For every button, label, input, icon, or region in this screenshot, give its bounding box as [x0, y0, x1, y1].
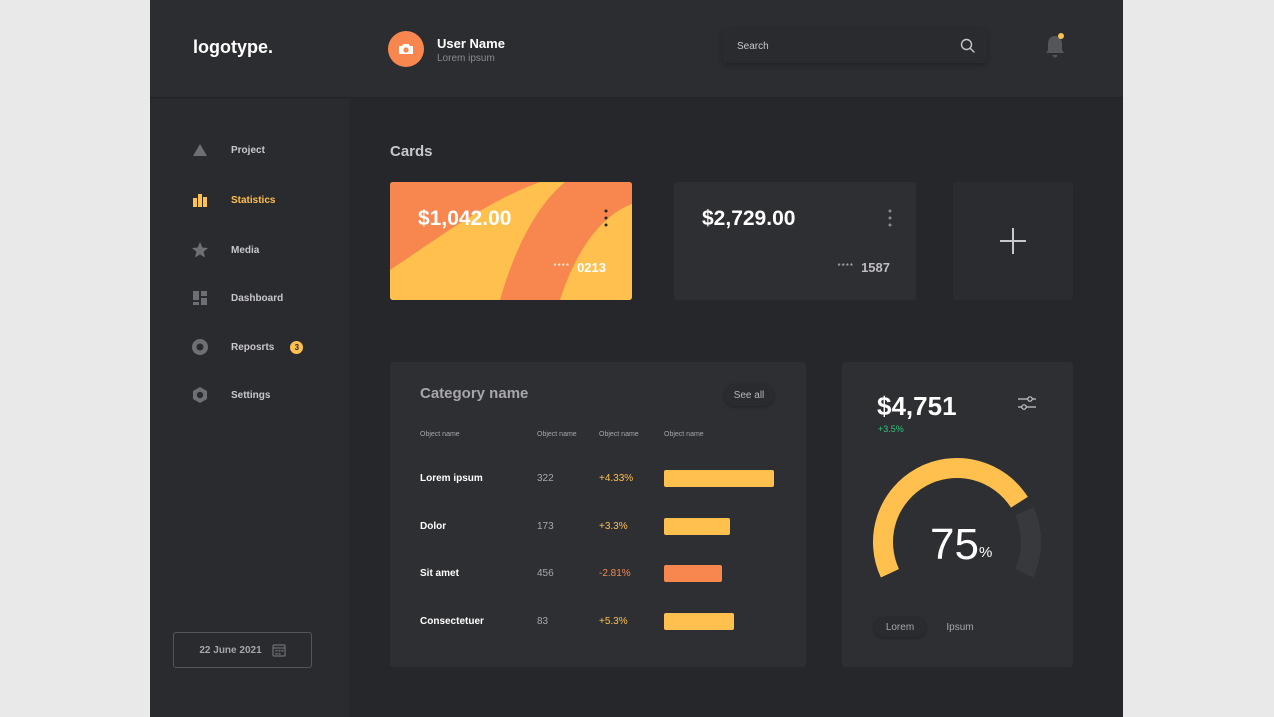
- user-name: User Name: [437, 36, 505, 51]
- search-input[interactable]: [737, 37, 937, 55]
- cards-title: Cards: [390, 143, 433, 160]
- card-2[interactable]: $2,729.00 **** 1587: [674, 182, 916, 300]
- stat-amount: $4,751: [877, 391, 957, 421]
- search-icon: [960, 38, 975, 53]
- row-name: Consectetuer: [420, 616, 484, 627]
- card-amount: $1,042.00: [418, 207, 512, 230]
- gauge-track: [1014, 507, 1041, 578]
- category-panel: Category name See all Object name Object…: [390, 362, 806, 667]
- row-name: Sit amet: [420, 568, 459, 579]
- gauge-value: 75: [930, 520, 979, 569]
- reports-icon: [188, 335, 212, 359]
- row-change: +5.3%: [599, 616, 628, 627]
- sidebar-item-dashboard[interactable]: Dashboard: [188, 286, 328, 310]
- user-subtitle: Lorem ipsum: [437, 53, 495, 64]
- card-wave-background: [390, 182, 632, 300]
- triangle-icon: [188, 138, 212, 162]
- column-header: Object name: [537, 431, 577, 438]
- row-value: 83: [537, 616, 549, 627]
- sidebar-item-label: Project: [231, 144, 265, 156]
- reports-badge: 3: [290, 340, 304, 354]
- filter-button[interactable]: [1016, 394, 1038, 412]
- header: logotype. User Name Lorem ipsum: [150, 0, 1123, 98]
- row-value: 173: [537, 521, 554, 532]
- sidebar-item-project[interactable]: Project: [188, 138, 328, 162]
- category-title: Category name: [420, 385, 529, 402]
- row-value: 456: [537, 568, 554, 579]
- card-number: 1587: [861, 260, 890, 275]
- row-bar: [664, 470, 774, 487]
- row-change: -2.81%: [599, 568, 631, 579]
- row-change: +3.3%: [599, 521, 628, 532]
- gauge-unit: %: [979, 544, 993, 561]
- more-vertical-icon: [604, 209, 608, 227]
- app-window: logotype. User Name Lorem ipsum Search P…: [150, 0, 1123, 717]
- sidebar-item-reports[interactable]: Reposrts 3: [188, 335, 328, 359]
- sidebar: Project Statistics Media Dashboard Repos…: [150, 99, 349, 717]
- stats-panel: $4,751 +3.5% 75 % Lorem Ipsum: [842, 362, 1073, 667]
- row-name: Lorem ipsum: [420, 473, 483, 484]
- bar-chart-icon: [188, 188, 212, 212]
- tab-lorem[interactable]: Lorem: [874, 617, 926, 637]
- card-number: 0213: [577, 260, 606, 275]
- card-number-mask: ****: [553, 262, 570, 271]
- date-label: 22 June 2021: [199, 644, 262, 656]
- sidebar-item-label: Statistics: [231, 194, 276, 206]
- sidebar-item-label: Media: [231, 244, 260, 256]
- row-bar: [664, 518, 730, 535]
- card-number-mask: ****: [837, 262, 854, 271]
- table-row: Dolor 173 +3.3%: [390, 518, 806, 538]
- row-bar: [664, 565, 722, 582]
- calendar-icon: [272, 644, 286, 657]
- dashboard-icon: [188, 286, 212, 310]
- card-1[interactable]: $1,042.00 **** 0213: [390, 182, 632, 300]
- see-all-button[interactable]: See all: [724, 384, 774, 406]
- table-row: Consectetuer 83 +5.3%: [390, 613, 806, 633]
- sidebar-item-media[interactable]: Media: [188, 238, 328, 262]
- sliders-icon: [1018, 396, 1036, 410]
- tab-ipsum[interactable]: Ipsum: [934, 617, 986, 637]
- search-box: [723, 29, 987, 63]
- row-value: 322: [537, 473, 554, 484]
- star-icon: [188, 238, 212, 262]
- notification-dot: [1058, 33, 1064, 39]
- logo: logotype.: [193, 37, 273, 57]
- column-header: Object name: [420, 431, 460, 438]
- column-header: Object name: [599, 431, 639, 438]
- camera-icon: [399, 44, 413, 54]
- sidebar-item-statistics[interactable]: Statistics: [188, 188, 328, 212]
- add-card-button[interactable]: [953, 182, 1073, 300]
- settings-icon: [188, 383, 212, 407]
- table-row: Lorem ipsum 322 +4.33%: [390, 470, 806, 490]
- column-header: Object name: [664, 431, 704, 438]
- date-picker[interactable]: 22 June 2021: [173, 632, 312, 668]
- table-row: Sit amet 456 -2.81%: [390, 565, 806, 585]
- row-bar: [664, 613, 734, 630]
- more-vertical-icon: [888, 209, 892, 227]
- sidebar-item-label: Settings: [231, 389, 271, 401]
- row-change: +4.33%: [599, 473, 634, 484]
- sidebar-item-label: Reposrts: [231, 341, 275, 353]
- row-name: Dolor: [420, 521, 447, 532]
- stat-delta: +3.5%: [878, 424, 904, 434]
- card-menu-button[interactable]: [602, 208, 610, 228]
- card-amount: $2,729.00: [702, 207, 796, 230]
- sidebar-item-settings[interactable]: Settings: [188, 383, 328, 407]
- plus-icon: [1000, 228, 1026, 254]
- avatar[interactable]: [388, 31, 424, 67]
- card-menu-button[interactable]: [886, 208, 894, 228]
- search-button[interactable]: [959, 37, 977, 55]
- sidebar-item-label: Dashboard: [231, 292, 284, 304]
